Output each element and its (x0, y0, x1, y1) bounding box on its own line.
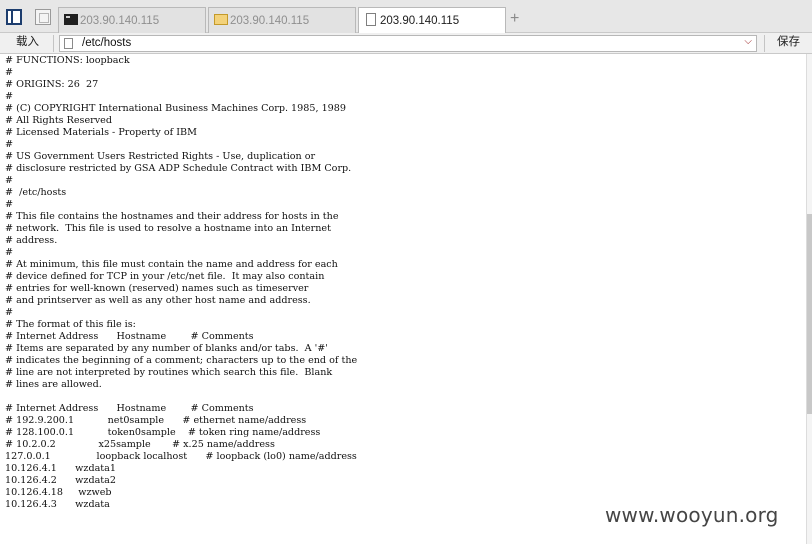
path-input[interactable]: /etc/hosts ⌵ (59, 35, 757, 52)
sidebar-toggle-icon[interactable] (6, 9, 22, 25)
chevron-down-icon[interactable]: ⌵ (744, 36, 752, 47)
scrollbar-thumb[interactable] (807, 214, 812, 414)
file-line: 10.126.4.1 wzdata1 (5, 463, 116, 474)
folder-icon (214, 14, 228, 25)
load-button[interactable]: 载入 (2, 35, 54, 52)
file-line: # /etc/hosts (5, 187, 67, 198)
file-line: # FUNCTIONS: loopback (5, 55, 130, 66)
file-line: # US Government Users Restricted Rights … (5, 151, 316, 162)
file-line: # The format of this file is: (5, 319, 136, 330)
blank-page-icon[interactable] (35, 9, 51, 25)
file-line: # (5, 199, 14, 210)
file-line: # disclosure restricted by GSA ADP Sched… (5, 163, 352, 174)
vertical-scrollbar[interactable] (806, 54, 812, 544)
file-line: # and printserver as well as any other h… (5, 295, 311, 306)
path-value: /etc/hosts (82, 37, 132, 49)
tab-bar: 203.90.140.115 203.90.140.115 203.90.140… (0, 0, 812, 34)
file-line: # indicates the beginning of a comment; … (5, 355, 358, 366)
tab-file-editor[interactable]: 203.90.140.115 (358, 7, 506, 34)
terminal-icon (64, 14, 78, 25)
file-line: # 10.2.0.2 x25sample # x.25 name/address (5, 439, 275, 450)
file-line: # (C) COPYRIGHT International Business M… (5, 103, 346, 114)
file-line: # device defined for TCP in your /etc/ne… (5, 271, 325, 282)
file-line: # (5, 307, 14, 318)
file-line: 127.0.0.1 loopback localhost # loopback … (5, 451, 357, 462)
file-line: # ORIGINS: 26 27 (5, 79, 99, 90)
file-line: # This file contains the hostnames and t… (5, 211, 339, 222)
file-line: # Items are separated by any number of b… (5, 343, 328, 354)
tab-label: 203.90.140.115 (80, 15, 160, 27)
tab-terminal[interactable]: 203.90.140.115 (58, 7, 206, 33)
file-line: # Internet Address Hostname # Comments (5, 403, 254, 414)
path-bar: 载入 /etc/hosts ⌵ 保存 (0, 33, 812, 54)
file-line: # (5, 139, 14, 150)
file-line: # address. (5, 235, 58, 246)
file-line: # At minimum, this file must contain the… (5, 259, 338, 270)
file-line: # (5, 175, 14, 186)
file-line: 10.126.4.18 wzweb (5, 487, 112, 498)
file-line: # entries for well-known (reserved) name… (5, 283, 309, 294)
file-editor[interactable]: # FUNCTIONS: loopback # # ORIGINS: 26 27… (0, 54, 806, 544)
file-line: 10.126.4.2 wzdata2 (5, 475, 116, 486)
file-icon (64, 38, 73, 49)
file-line: # line are not interpreted by routines w… (5, 367, 333, 378)
tab-label: 203.90.140.115 (380, 15, 460, 27)
file-line: # Internet Address Hostname # Comments (5, 331, 254, 342)
file-icon (366, 13, 376, 26)
file-line: # network. This file is used to resolve … (5, 223, 331, 234)
tab-file-browser[interactable]: 203.90.140.115 (208, 7, 356, 33)
file-line: # (5, 91, 14, 102)
file-line: # Licensed Materials - Property of IBM (5, 127, 197, 138)
save-button[interactable]: 保存 (764, 35, 812, 52)
file-line: # All Rights Reserved (5, 115, 112, 126)
file-line: # 128.100.0.1 token0sample # token ring … (5, 427, 321, 438)
file-line: # (5, 247, 14, 258)
new-tab-button[interactable]: + (510, 11, 519, 27)
watermark: www.wooyun.org (605, 503, 779, 527)
file-line: 10.126.4.3 wzdata (5, 499, 110, 510)
file-line: # lines are allowed. (5, 379, 102, 390)
tab-label: 203.90.140.115 (230, 15, 310, 27)
file-line: # (5, 67, 14, 78)
file-line: # 192.9.200.1 net0sample # ethernet name… (5, 415, 307, 426)
file-content[interactable]: # FUNCTIONS: loopback # # ORIGINS: 26 27… (0, 54, 806, 511)
